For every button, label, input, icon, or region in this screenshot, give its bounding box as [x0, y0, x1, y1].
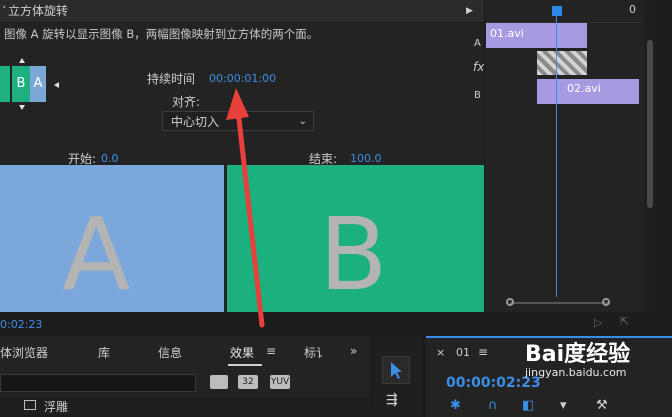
snap-icon[interactable]: ✱ [450, 398, 461, 413]
wrench-icon[interactable]: ⚒ [596, 398, 608, 413]
close-sequence-icon[interactable]: × [436, 346, 445, 359]
preview-letter-b: B [319, 196, 388, 313]
track-select-tool-icon[interactable]: ⇶ [386, 392, 398, 408]
accelerated-effects-icon[interactable] [210, 375, 228, 389]
effect-header[interactable]: ˅ 立方体旋转 ▶ [0, 0, 484, 23]
clip-a[interactable]: 01.avi [486, 23, 587, 48]
overflow-icon[interactable]: » [350, 344, 357, 358]
export-icon[interactable]: ⇱ [620, 315, 629, 328]
alignment-label: 对齐: [172, 95, 201, 109]
badge-32bit[interactable]: 32 [238, 375, 258, 389]
selection-tool-button[interactable] [382, 356, 410, 384]
effect-timecode[interactable]: 0:02:23 [0, 318, 42, 331]
folder-icon [24, 400, 36, 410]
active-tab-underline [228, 364, 262, 366]
duration-value[interactable]: 00:00:01:00 [209, 72, 276, 85]
edge-selector-down-icon[interactable] [19, 105, 25, 110]
track-b-label: B [474, 90, 481, 101]
effect-description: 图像 A 旋转以显示图像 B，两幅图像映射到立方体的两个面。 [4, 27, 319, 41]
effects-menu-icon[interactable]: ≡ [266, 344, 276, 358]
fx-icon: fx [473, 60, 485, 74]
linked-selection-icon[interactable]: ◧ [522, 398, 534, 413]
collapse-chevron-icon[interactable]: ˅ [2, 0, 7, 22]
magnet-icon[interactable]: ∩ [488, 398, 498, 413]
vertical-scrollbar[interactable] [644, 0, 656, 312]
tab-markers[interactable]: 标讠 [304, 344, 328, 361]
preview-start-frame[interactable]: A [0, 165, 224, 312]
clip-b-name: 02.avi [567, 82, 601, 95]
sequence-name[interactable]: 01 [456, 346, 470, 359]
end-value[interactable]: 100.0 [350, 152, 382, 165]
effects-search-input[interactable] [0, 374, 196, 392]
scrollbar-thumb[interactable] [647, 40, 653, 208]
baidu-watermark: Bai度经验 jingyan.baidu.com [525, 336, 630, 379]
preview-end-frame[interactable]: B [227, 165, 484, 312]
alignment-dropdown[interactable]: 中心切入 ⌄ [162, 111, 314, 131]
clip-a-name: 01.avi [490, 27, 524, 40]
badge-yuv[interactable]: YUV [270, 375, 290, 389]
watermark-brand: Bai度经验 [525, 342, 631, 367]
marker-icon[interactable]: ▾ [560, 398, 567, 413]
tab-effects[interactable]: 效果 [230, 344, 254, 361]
start-value[interactable]: 0.0 [101, 152, 119, 165]
watermark-url: jingyan.baidu.com [525, 366, 627, 379]
timeline-zoom-scrollbar[interactable] [488, 296, 638, 310]
timeline-ruler[interactable]: 0 [486, 0, 642, 23]
ruler-zero-label: 0 [629, 3, 636, 16]
expand-right-icon[interactable]: ▶ [466, 0, 473, 22]
sequence-menu-icon[interactable]: ≡ [478, 345, 488, 359]
thumb-letter-a: A [30, 66, 46, 102]
zoom-handle-left[interactable] [506, 298, 514, 306]
zoom-bar [510, 302, 610, 304]
clip-b[interactable]: 02.avi [537, 79, 639, 104]
duration-label: 持续时间 [147, 72, 196, 86]
folder-label: 浮雕 [44, 400, 69, 414]
alignment-selected-value: 中心切入 [171, 115, 220, 129]
chevron-down-icon: ⌄ [298, 116, 307, 127]
tab-info[interactable]: 信息 [158, 344, 182, 361]
tab-libraries[interactable]: 库 [98, 344, 110, 361]
edge-selector-up-icon[interactable] [19, 58, 25, 63]
track-a-label: A [474, 38, 481, 49]
edge-selector-left-icon[interactable] [54, 82, 59, 88]
playhead-line[interactable] [556, 12, 557, 297]
effect-title: 立方体旋转 [8, 4, 69, 18]
zoom-handle-right[interactable] [602, 298, 610, 306]
play-loop-icon[interactable]: ▷ [594, 316, 602, 329]
transition-block[interactable] [537, 51, 587, 75]
preview-letter-a: A [62, 196, 131, 313]
selection-arrow-icon [391, 362, 402, 379]
thumb-letter-b: B [12, 66, 30, 102]
transition-direction-thumbnail[interactable]: B A [0, 66, 46, 102]
thumb-b-left [0, 66, 10, 102]
tab-media-browser[interactable]: 体浏览器 [0, 344, 48, 361]
playhead-handle[interactable] [552, 6, 562, 16]
